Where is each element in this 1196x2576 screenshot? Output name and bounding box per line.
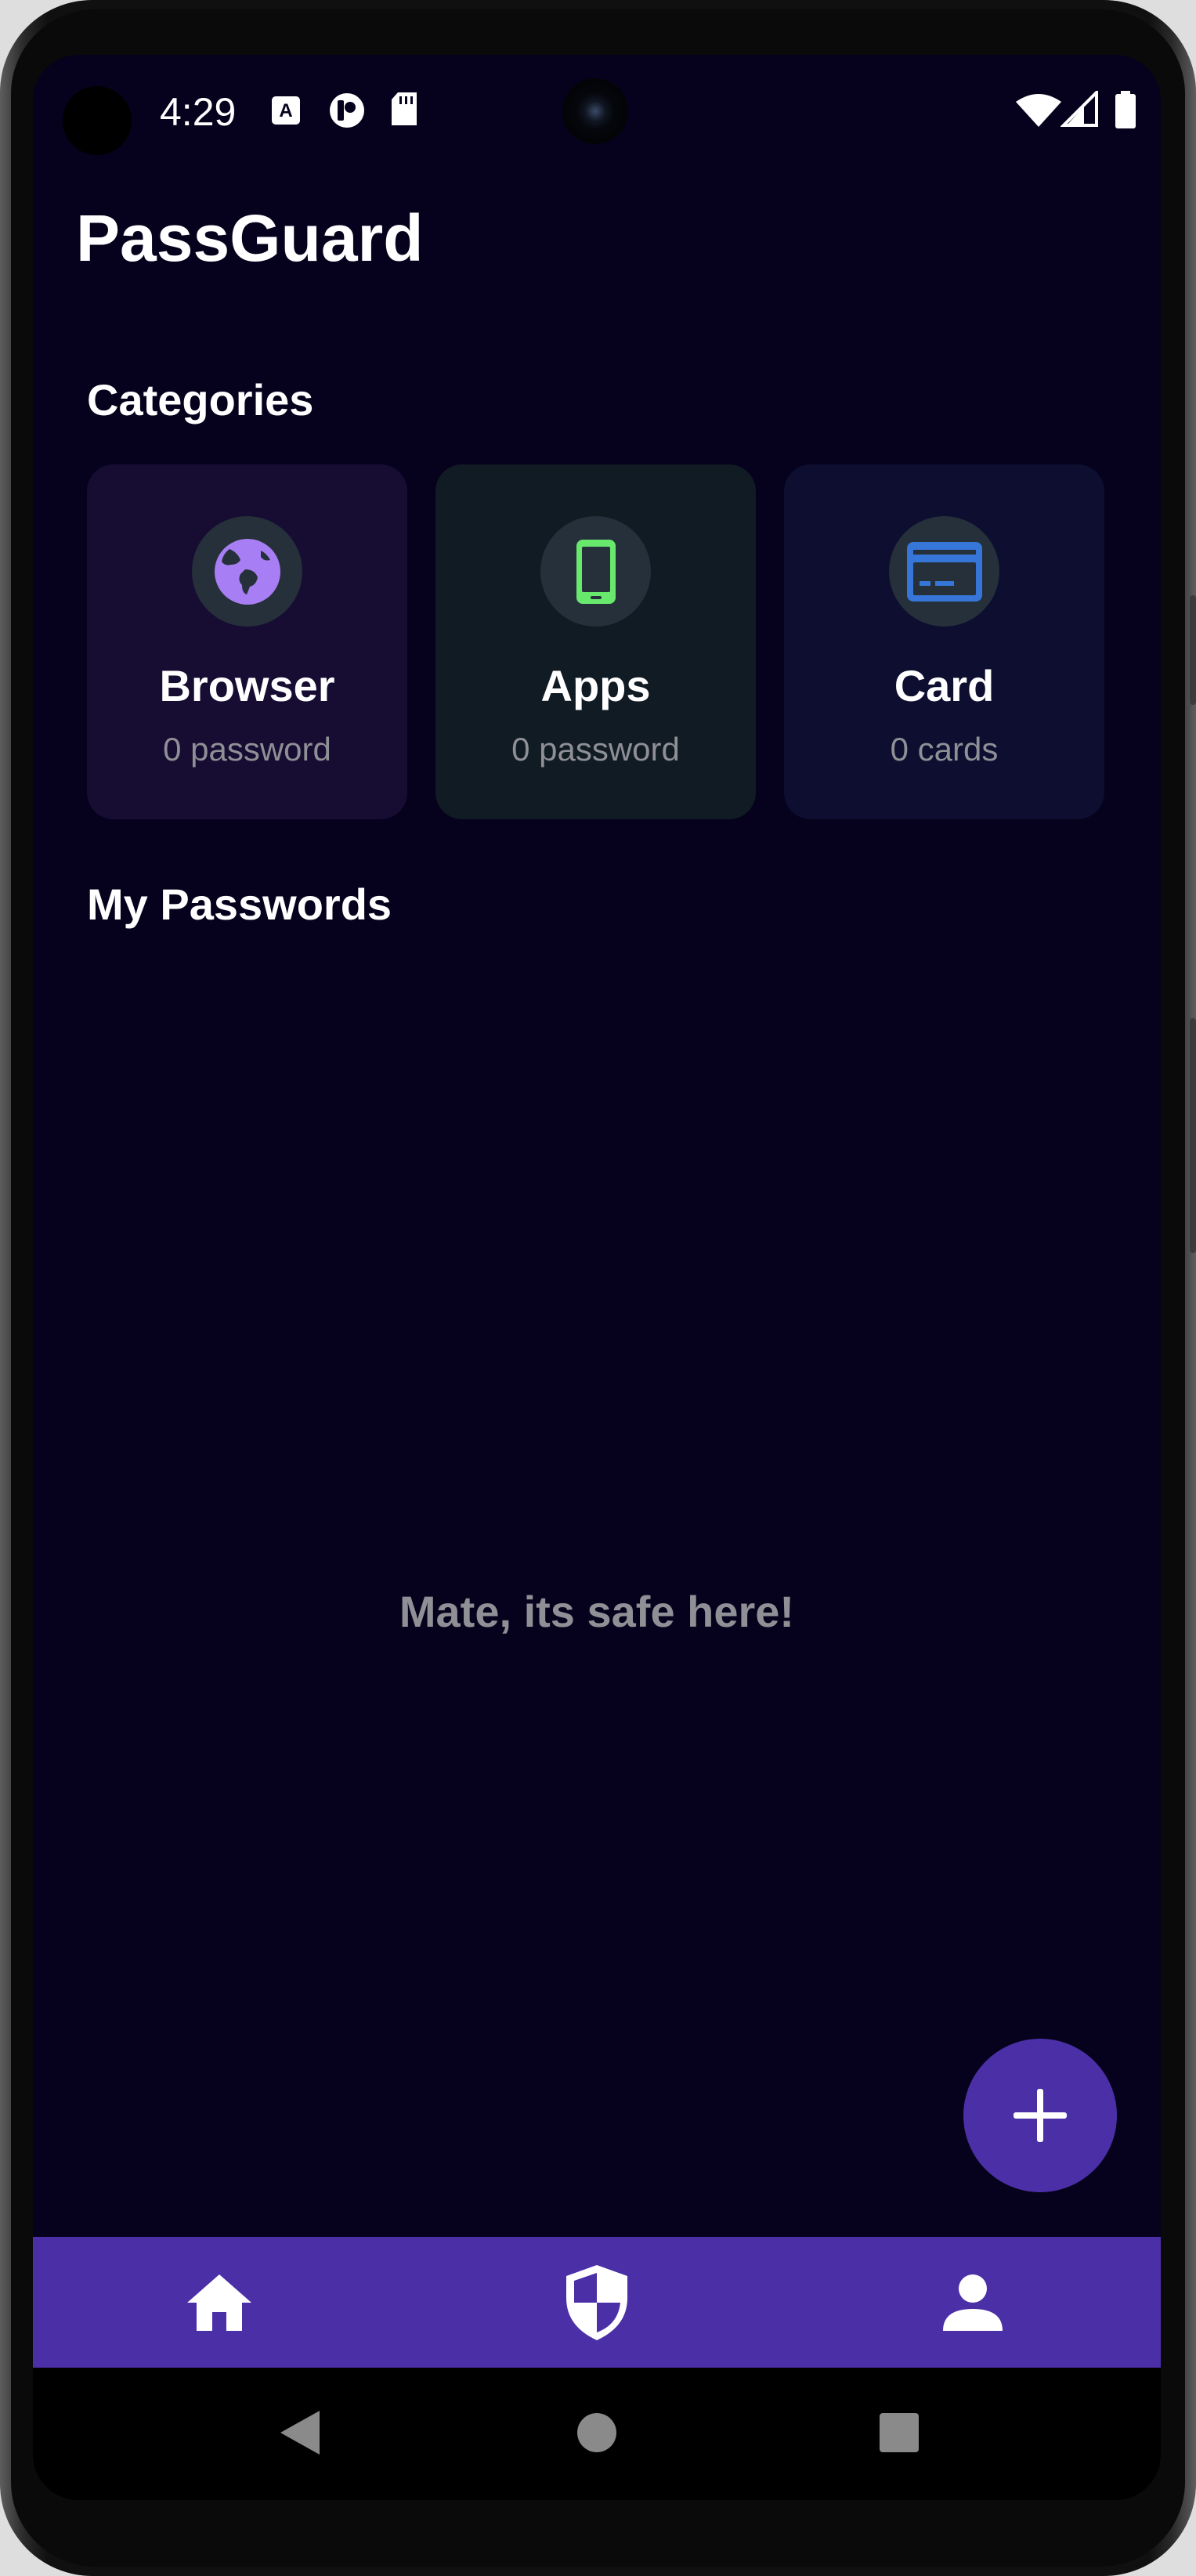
category-title: Browser [159, 661, 335, 710]
circle-status-icon [330, 93, 364, 128]
category-count: 0 password [163, 731, 331, 768]
category-count: 0 cards [890, 731, 999, 768]
shield-icon [566, 2264, 627, 2340]
category-icon-circle [540, 516, 651, 627]
system-home-button[interactable] [542, 2390, 652, 2476]
status-time: 4:29 [160, 90, 237, 134]
system-back-button[interactable] [244, 2390, 354, 2476]
add-password-button[interactable] [963, 2039, 1117, 2192]
signal-icon [1061, 91, 1098, 127]
category-card-card[interactable]: Card 0 cards [784, 464, 1104, 819]
profile-icon [943, 2274, 1003, 2331]
credit-card-icon [906, 541, 982, 602]
category-title: Card [894, 661, 995, 710]
empty-state-message: Mate, its safe here! [399, 1587, 795, 1636]
back-icon [280, 2411, 320, 2455]
app-title: PassGuard [76, 201, 424, 275]
system-navigation-bar [33, 2368, 1161, 2500]
phone-frame: 4:29 A PassGuard Categories Browser 0 pa… [0, 0, 1196, 2576]
battery-icon [1115, 91, 1136, 128]
category-icon-circle [889, 516, 999, 627]
category-card-browser[interactable]: Browser 0 password [87, 464, 407, 819]
sd-card-icon [392, 92, 417, 125]
category-title: Apps [540, 661, 651, 710]
svg-text:A: A [279, 100, 292, 121]
volume-button [1190, 595, 1196, 705]
home-circle-icon [577, 2413, 616, 2452]
wifi-icon [1016, 94, 1061, 127]
front-sensor [63, 86, 132, 155]
bottom-navigation [33, 2237, 1161, 2368]
category-count: 0 password [511, 731, 680, 768]
nav-profile[interactable] [894, 2237, 1051, 2368]
plus-icon [1014, 2089, 1067, 2142]
home-icon [187, 2274, 251, 2331]
front-camera [562, 78, 628, 144]
nav-home[interactable] [141, 2237, 298, 2368]
nav-security[interactable] [519, 2237, 675, 2368]
system-recents-button[interactable] [844, 2390, 954, 2476]
font-icon: A [272, 96, 300, 125]
power-button [1190, 1018, 1196, 1253]
app-screen: 4:29 A PassGuard Categories Browser 0 pa… [33, 55, 1161, 2500]
globe-icon [214, 538, 280, 605]
phone-icon [576, 539, 616, 604]
status-bar: 4:29 A [33, 55, 1161, 164]
category-icon-circle [192, 516, 302, 627]
recents-icon [880, 2413, 919, 2452]
category-card-apps[interactable]: Apps 0 password [435, 464, 756, 819]
my-passwords-heading: My Passwords [87, 880, 392, 929]
categories-heading: Categories [87, 375, 314, 425]
